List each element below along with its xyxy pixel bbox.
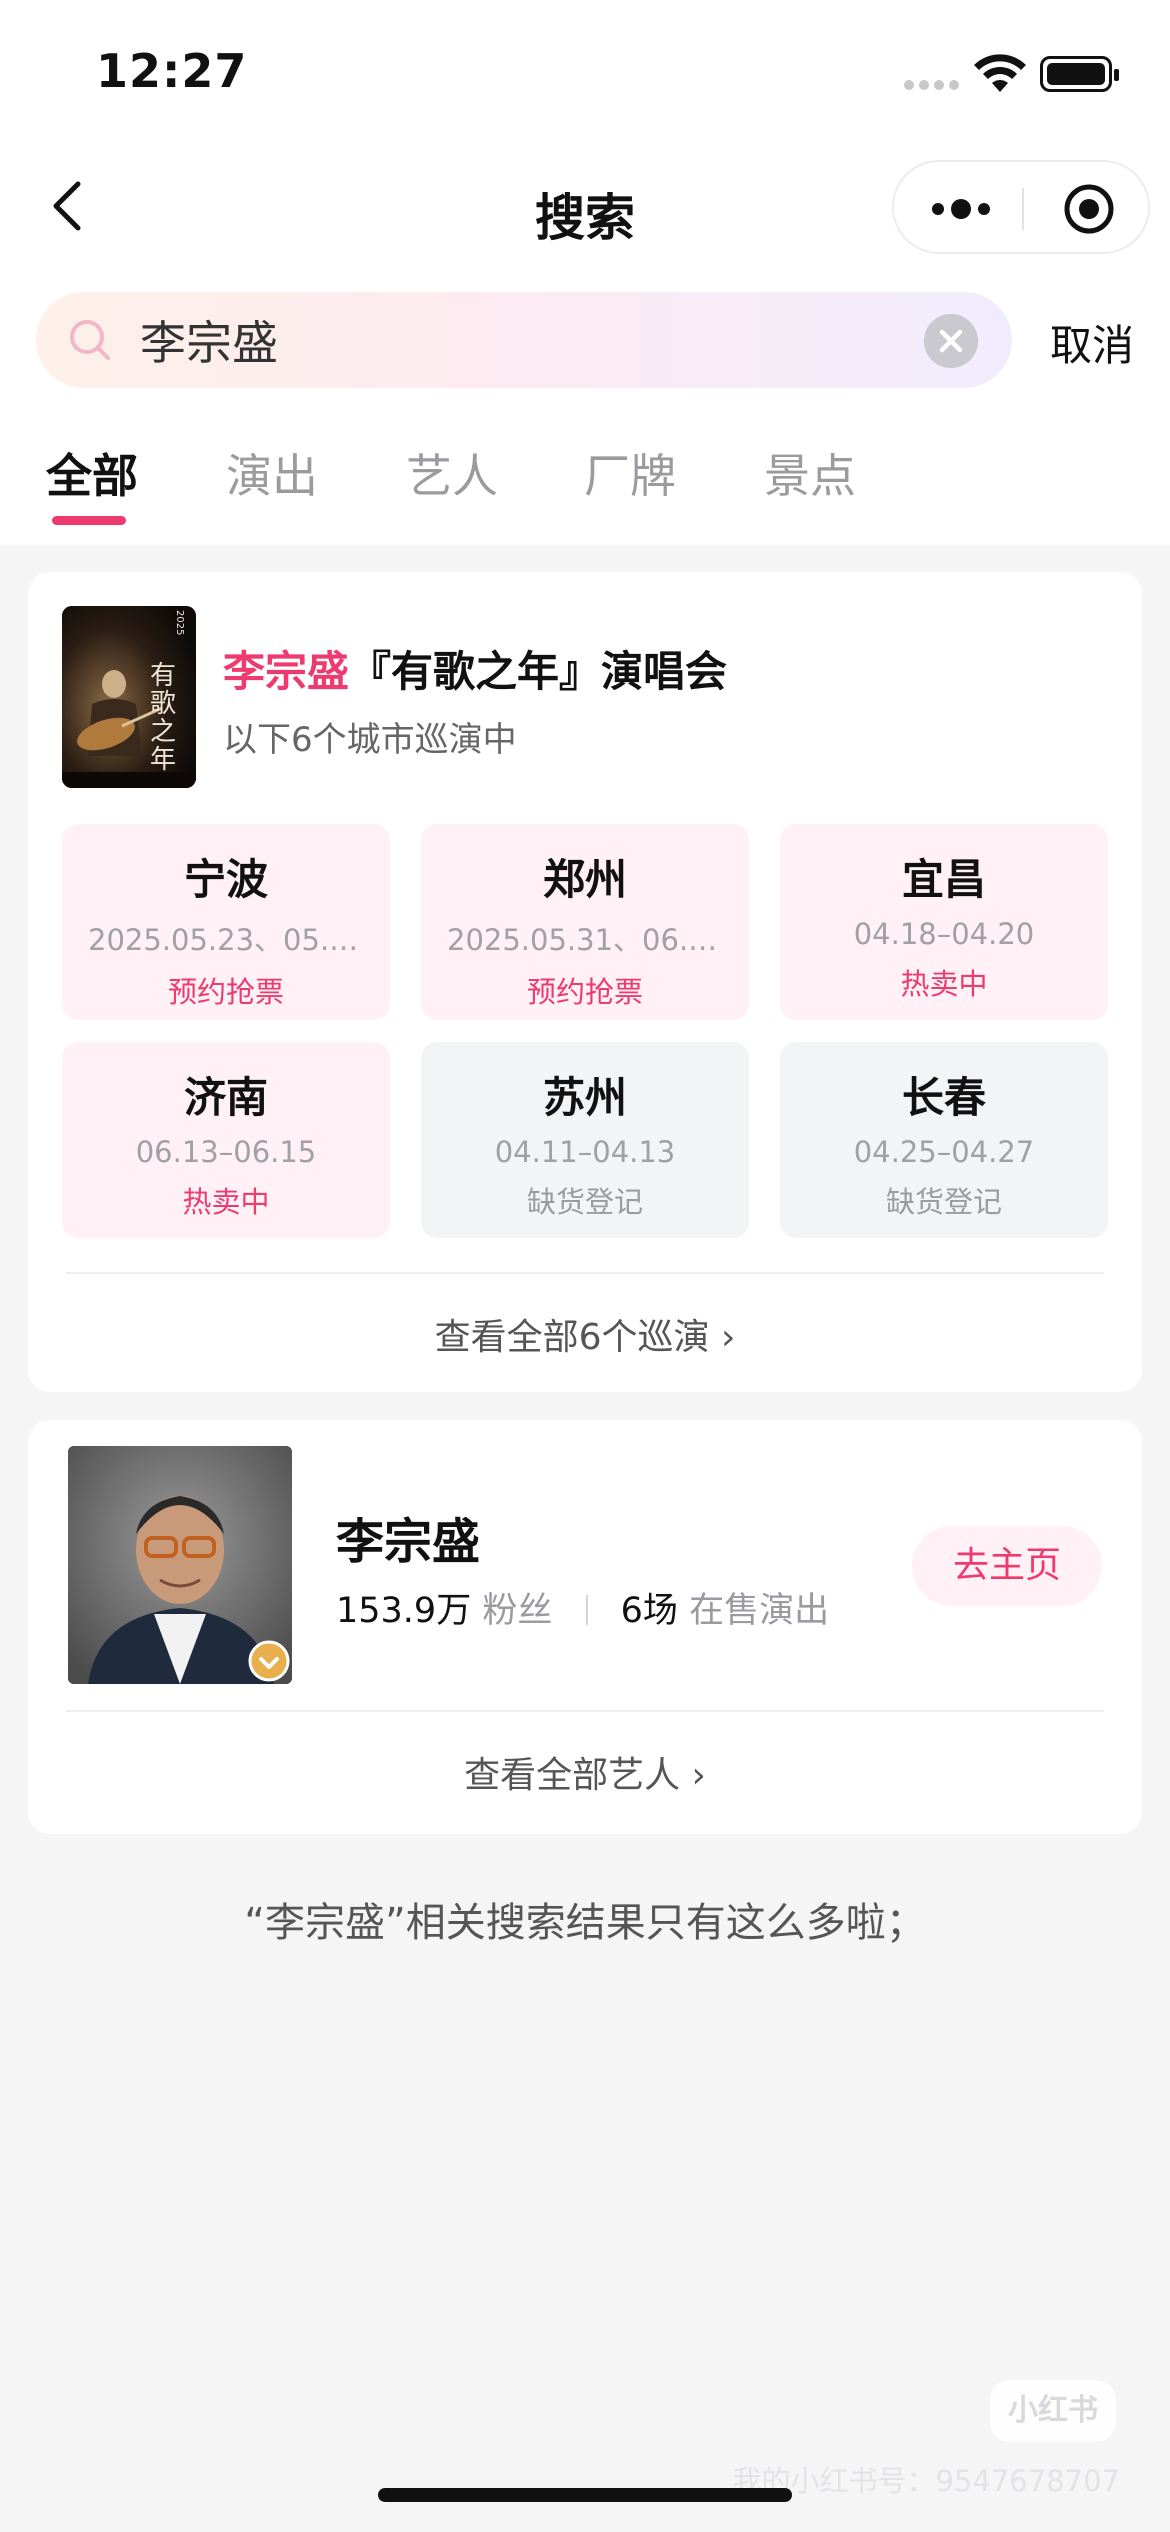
shows-count: 6场 [620,1591,678,1631]
poster-title-text: 有歌之年 [150,661,177,775]
search-bar [36,292,1012,388]
active-tab-indicator [52,516,126,525]
tab-artists[interactable]: 艺人 [406,440,498,506]
show-title-artist: 李宗盛 [223,647,350,696]
followers-count: 153.9万 [336,1591,472,1631]
stats-divider [585,1595,588,1625]
artist-stats: 153.9万 粉丝 6场 在售演出 [336,1582,829,1633]
city-status: 热卖中 [900,967,988,1001]
show-title[interactable]: 李宗盛『有歌之年』演唱会 [223,638,727,699]
city-dates: 04.11–04.13 [494,1135,676,1169]
clear-icon[interactable] [924,314,978,368]
city-name: 长春 [901,1073,986,1122]
followers-label: 粉丝 [482,1591,553,1631]
search-icon [70,320,110,360]
city-name: 宁波 [183,855,268,904]
view-all-artists-link[interactable]: 查看全部艺人 › [28,1746,1142,1798]
end-of-results-text: “李宗盛”相关搜索结果只有这么多啦； [244,1900,926,1946]
city-dates: 2025.05.31、06.01 [447,923,726,957]
tab-all[interactable]: 全部 [46,440,138,506]
poster-year-text: 2025 [174,610,185,636]
watermark-logo: 小红书 [990,2380,1116,2442]
wifi-icon [974,54,1026,92]
city-name: 郑州 [542,855,627,904]
cancel-button[interactable]: 取消 [1050,312,1134,373]
go-to-homepage-button[interactable]: 去主页 [912,1526,1102,1606]
city-card-jinan[interactable]: 济南 06.13–06.15 热卖中 [62,1042,390,1238]
city-status: 热卖中 [182,1185,270,1219]
tab-shows[interactable]: 演出 [226,440,318,506]
search-input[interactable] [140,306,840,374]
city-dates: 06.13–06.15 [135,1135,317,1169]
city-card-suzhou[interactable]: 苏州 04.11–04.13 缺货登记 [421,1042,749,1238]
avatar[interactable] [68,1446,292,1684]
card-divider [66,1710,1104,1712]
city-card-zhengzhou[interactable]: 郑州 2025.05.31、06.01 预约抢票 [421,824,749,1020]
city-dates: 2025.05.23、05.24 [88,923,367,957]
city-status: 缺货登记 [885,1185,1002,1219]
city-name: 济南 [183,1073,268,1122]
show-poster[interactable]: 有歌之年 2025 [62,606,196,788]
city-status: 预约抢票 [526,975,643,1009]
battery-icon [1040,56,1119,92]
artist-card[interactable]: 李宗盛 153.9万 粉丝 6场 在售演出 去主页 查看全部艺人 › [28,1420,1142,1834]
city-card-yichang[interactable]: 宜昌 04.18–04.20 热卖中 [780,824,1108,1020]
show-subtitle: 以下6个城市巡演中 [223,720,517,760]
city-dates: 04.25–04.27 [853,1135,1035,1169]
city-card-ningbo[interactable]: 宁波 2025.05.23、05.24 预约抢票 [62,824,390,1020]
status-time: 12:27 [96,44,248,98]
show-card[interactable]: 有歌之年 2025 李宗盛『有歌之年』演唱会 以下6个城市巡演中 宁波 2025… [28,572,1142,1392]
cellular-signal-icon [904,80,960,90]
city-dates: 04.18–04.20 [853,917,1035,951]
miniprogram-capsule [892,160,1150,254]
city-name: 宜昌 [901,855,986,904]
city-status: 预约抢票 [167,975,284,1009]
city-card-changchun[interactable]: 长春 04.25–04.27 缺货登记 [780,1042,1108,1238]
tab-labels[interactable]: 厂牌 [584,440,676,506]
card-divider [66,1272,1104,1274]
shows-label: 在售演出 [689,1591,830,1631]
show-title-name: 『有歌之年』演唱会 [349,647,728,696]
artist-name[interactable]: 李宗盛 [336,1502,480,1572]
city-name: 苏州 [542,1073,627,1122]
more-icon[interactable] [926,186,996,232]
city-status: 缺货登记 [526,1185,643,1219]
home-indicator [378,2488,792,2502]
view-all-tours-link[interactable]: 查看全部6个巡演 › [28,1308,1142,1360]
capsule-divider [1022,188,1024,230]
tab-attractions[interactable]: 景点 [764,440,856,506]
close-miniprogram-icon[interactable] [1062,182,1116,236]
verified-badge-icon [248,1640,290,1682]
